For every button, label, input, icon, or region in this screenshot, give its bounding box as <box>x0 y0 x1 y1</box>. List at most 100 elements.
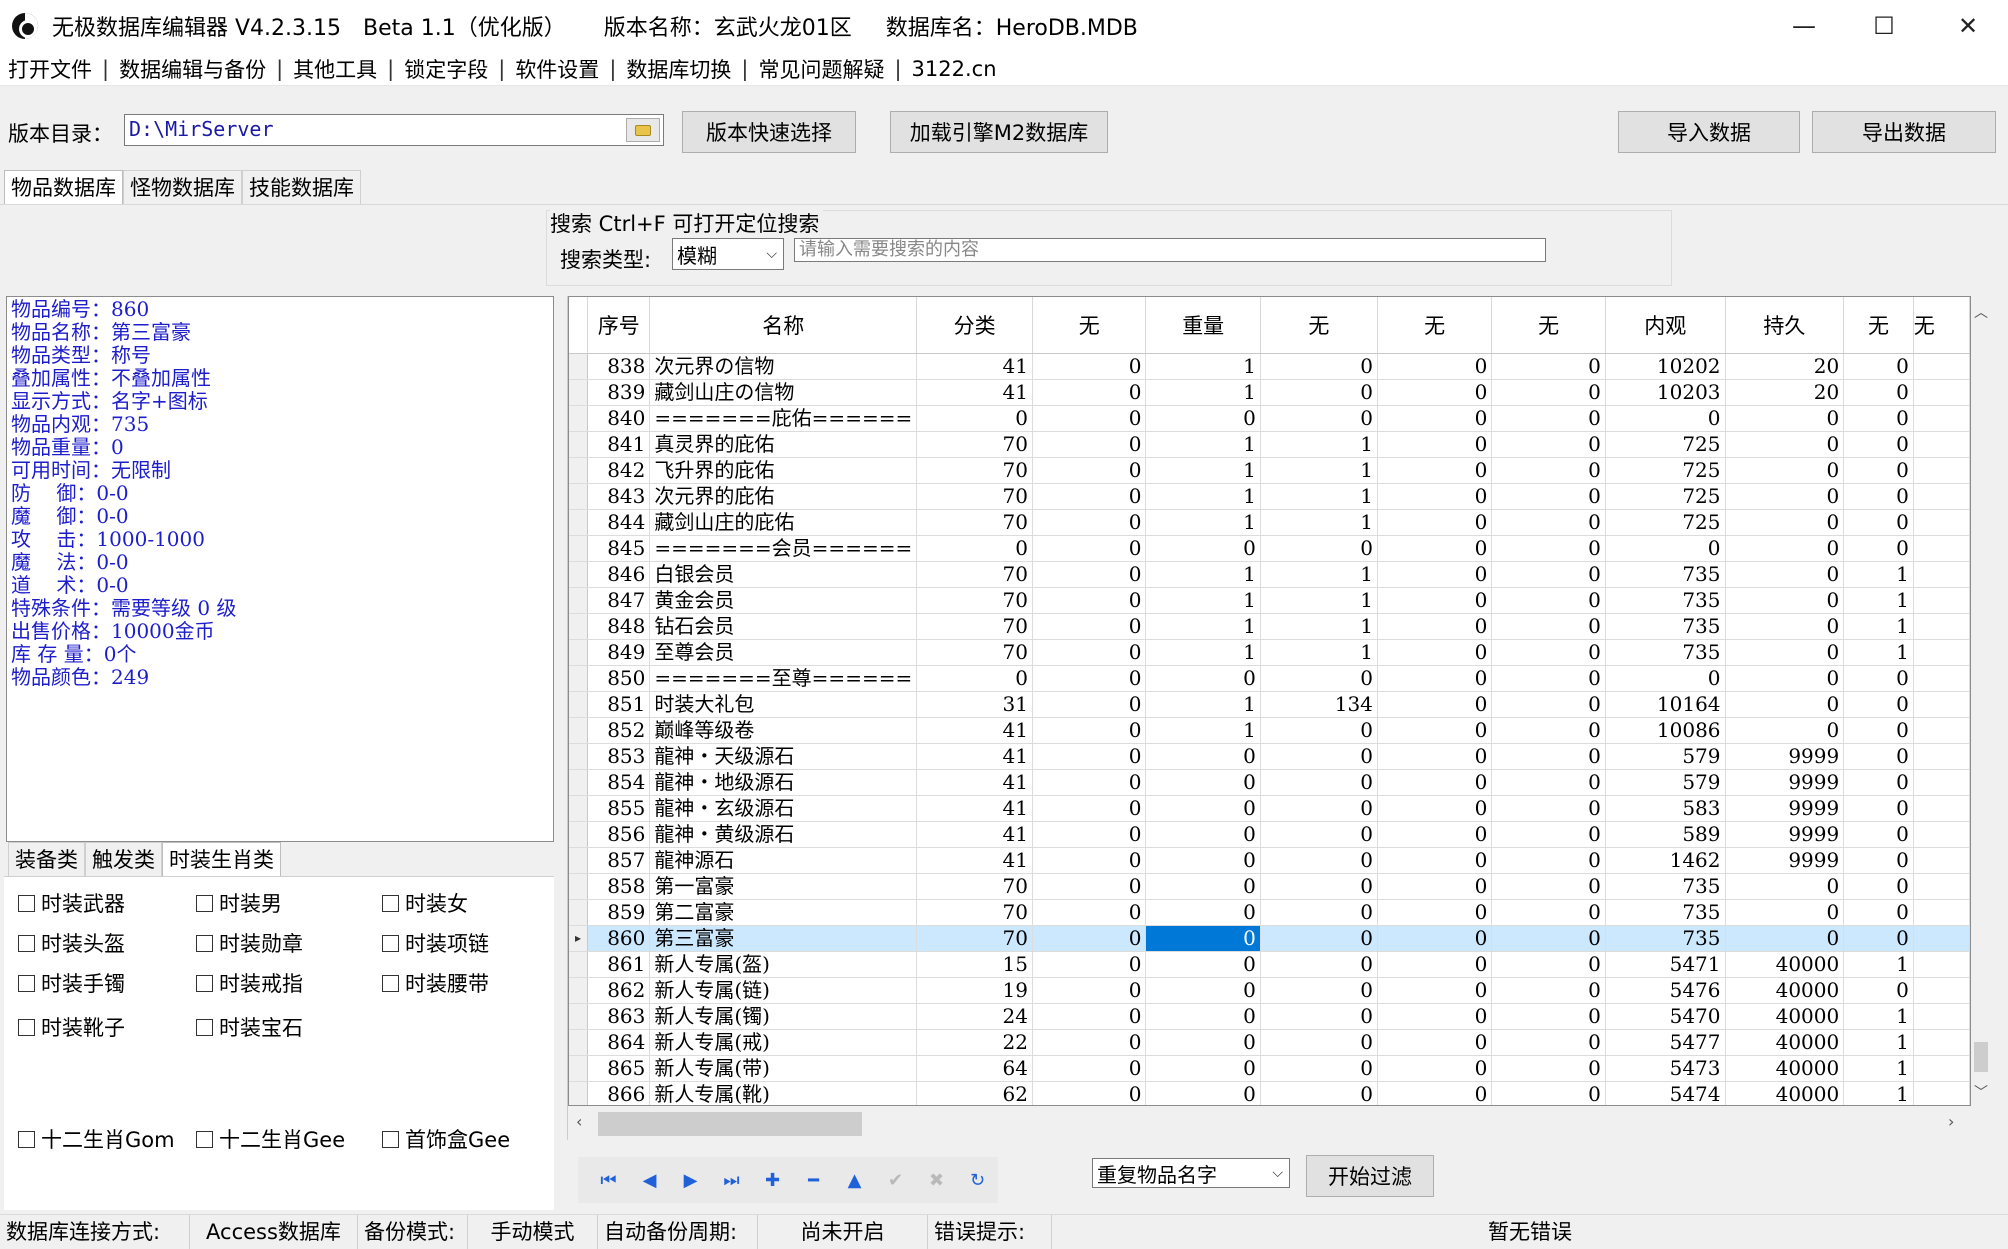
table-cell[interactable]: 1 <box>1260 587 1378 614</box>
table-cell[interactable]: 857 <box>587 847 651 874</box>
table-cell[interactable]: 1 <box>1145 639 1261 666</box>
table-cell[interactable]: 0 <box>1145 977 1261 1004</box>
table-cell[interactable]: 853 <box>587 743 651 770</box>
row-indicator[interactable] <box>569 847 589 874</box>
table-cell[interactable]: 0 <box>1605 665 1726 692</box>
table-cell[interactable]: 0 <box>1032 717 1147 744</box>
table-cell[interactable] <box>1913 847 1970 874</box>
table-cell[interactable] <box>1913 613 1970 640</box>
row-indicator[interactable] <box>569 743 589 770</box>
column-header[interactable]: 重量 <box>1145 297 1261 354</box>
row-indicator[interactable] <box>569 457 589 484</box>
table-cell[interactable]: 0 <box>1843 873 1914 900</box>
table-cell[interactable]: 5474 <box>1605 1081 1726 1105</box>
table-cell[interactable]: 583 <box>1605 795 1726 822</box>
table-cell[interactable]: 0 <box>1377 743 1493 770</box>
table-cell[interactable]: 0 <box>1377 561 1493 588</box>
table-cell[interactable] <box>1913 743 1970 770</box>
row-indicator[interactable] <box>569 717 589 744</box>
table-row[interactable]: 843 次元界的庇佑 70 0 1 1 0 0 725 0 0 <box>569 483 1970 510</box>
table-cell[interactable]: 735 <box>1605 613 1726 640</box>
table-cell[interactable]: 0 <box>1145 873 1261 900</box>
table-cell[interactable]: =======庇佑====== <box>649 405 918 432</box>
checkbox-item[interactable]: 时装项链 <box>382 928 489 958</box>
row-indicator[interactable] <box>569 821 589 848</box>
table-cell[interactable]: 20 <box>1725 353 1845 380</box>
checkbox-item[interactable]: 时装头盔 <box>18 928 125 958</box>
table-cell[interactable] <box>1913 821 1970 848</box>
table-cell[interactable]: 0 <box>1145 1029 1261 1056</box>
table-cell[interactable]: 0 <box>1843 743 1914 770</box>
table-cell[interactable]: 0 <box>1843 977 1914 1004</box>
table-cell[interactable]: 0 <box>1725 561 1845 588</box>
table-row[interactable]: 865 新人专属(带) 64 0 0 0 0 0 5473 40000 1 <box>569 1055 1970 1082</box>
table-cell[interactable]: 70 <box>916 483 1033 510</box>
scroll-down-icon[interactable]: ﹀ <box>1971 1082 1991 1102</box>
checkbox-item[interactable]: 时装男 <box>196 888 282 918</box>
table-cell[interactable]: 0 <box>1032 457 1147 484</box>
table-cell[interactable]: 新人专属(靴) <box>649 1081 918 1105</box>
table-cell[interactable]: 0 <box>1491 977 1606 1004</box>
vertical-scroll-thumb[interactable] <box>1974 1042 1988 1072</box>
table-cell[interactable]: 0 <box>1725 639 1845 666</box>
table-cell[interactable]: 0 <box>1032 379 1147 406</box>
table-cell[interactable]: 0 <box>1032 509 1147 536</box>
row-indicator[interactable] <box>569 405 589 432</box>
table-cell[interactable]: 846 <box>587 561 651 588</box>
splitter[interactable] <box>556 296 568 1210</box>
table-row[interactable]: 852 巅峰等级卷 41 0 1 0 0 0 10086 0 0 <box>569 717 1970 744</box>
table-cell[interactable] <box>1913 795 1970 822</box>
table-cell[interactable]: 0 <box>1032 951 1147 978</box>
table-cell[interactable]: 0 <box>1491 821 1606 848</box>
table-cell[interactable]: 0 <box>1032 1055 1147 1082</box>
checkbox-item[interactable]: 时装勋章 <box>196 928 303 958</box>
column-header[interactable]: 持久 <box>1725 297 1845 354</box>
scroll-right-icon[interactable]: › <box>1948 1112 1954 1131</box>
table-cell[interactable]: =======至尊====== <box>649 665 918 692</box>
delete-record-icon[interactable]: ━ <box>793 1165 834 1195</box>
table-cell[interactable] <box>1913 1081 1970 1105</box>
table-cell[interactable]: 0 <box>1491 483 1606 510</box>
close-button[interactable]: ✕ <box>1928 0 2008 52</box>
table-cell[interactable]: 0 <box>1491 587 1606 614</box>
table-cell[interactable]: 0 <box>1260 535 1378 562</box>
table-cell[interactable]: 9999 <box>1725 769 1845 796</box>
table-cell[interactable]: 5476 <box>1605 977 1726 1004</box>
table-cell[interactable]: 839 <box>587 379 651 406</box>
table-cell[interactable]: 41 <box>916 743 1033 770</box>
table-cell[interactable]: 70 <box>916 457 1033 484</box>
table-row[interactable]: 845 =======会员====== 0 0 0 0 0 0 0 0 0 <box>569 535 1970 562</box>
table-cell[interactable]: 22 <box>916 1029 1033 1056</box>
table-cell[interactable] <box>1913 873 1970 900</box>
table-row[interactable]: 862 新人专属(链) 19 0 0 0 0 0 5476 40000 0 <box>569 977 1970 1004</box>
table-cell[interactable]: 1 <box>1145 509 1261 536</box>
table-cell[interactable]: 0 <box>1377 821 1493 848</box>
load-m2-button[interactable]: 加载引擎M2数据库 <box>890 111 1108 153</box>
table-cell[interactable]: 1 <box>1260 457 1378 484</box>
checkbox-box[interactable] <box>196 894 213 912</box>
table-cell[interactable]: 0 <box>1377 795 1493 822</box>
table-cell[interactable]: 0 <box>1260 743 1378 770</box>
table-cell[interactable]: 579 <box>1605 743 1726 770</box>
table-cell[interactable]: 5471 <box>1605 951 1726 978</box>
table-cell[interactable]: 40000 <box>1725 977 1845 1004</box>
tab-monsters-db[interactable]: 怪物数据库 <box>123 170 242 204</box>
table-cell[interactable]: 0 <box>1843 483 1914 510</box>
table-row[interactable]: 864 新人专属(戒) 22 0 0 0 0 0 5477 40000 1 <box>569 1029 1970 1056</box>
row-indicator[interactable] <box>569 535 589 562</box>
table-cell[interactable]: 0 <box>1260 769 1378 796</box>
row-indicator[interactable] <box>569 431 589 458</box>
row-indicator[interactable] <box>569 1029 589 1056</box>
table-cell[interactable]: 856 <box>587 821 651 848</box>
table-cell[interactable] <box>1913 405 1970 432</box>
table-cell[interactable]: 0 <box>1032 587 1147 614</box>
table-cell[interactable]: 0 <box>1032 405 1147 432</box>
table-cell[interactable]: 1 <box>1145 717 1261 744</box>
table-cell[interactable]: 0 <box>1145 847 1261 874</box>
table-cell[interactable]: 70 <box>916 587 1033 614</box>
column-header[interactable]: 名称 <box>649 297 918 354</box>
table-cell[interactable]: 0 <box>1377 1029 1493 1056</box>
table-cell[interactable]: 0 <box>916 665 1033 692</box>
table-cell[interactable]: 70 <box>916 561 1033 588</box>
checkbox-item[interactable]: 十二生肖Gee <box>196 1124 345 1154</box>
